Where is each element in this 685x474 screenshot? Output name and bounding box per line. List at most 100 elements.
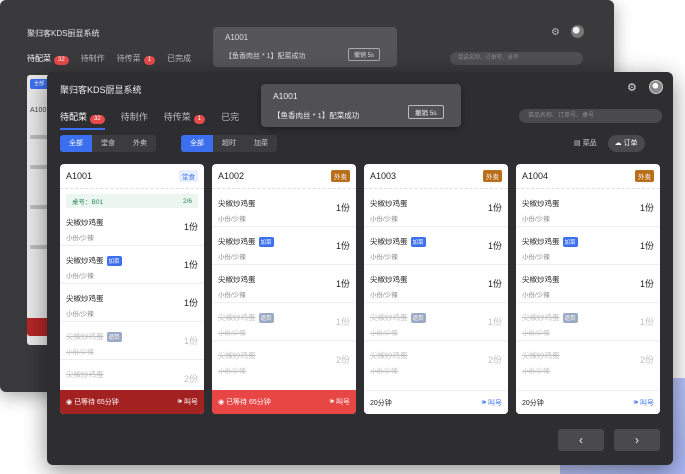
clock-icon: ◉ [66,399,73,406]
avatar[interactable] [571,25,584,38]
list-item[interactable]: 尖椒炒鸡蛋 退菜 小份/少辣 1份 [212,303,356,341]
tab-pending-prep[interactable]: 待配菜 32 [60,110,105,130]
wait-time: ◉ 已等待 65分钟 [218,399,271,406]
card-footer: ◉ 已等待 65分钟 🕪 叫号 [212,390,356,414]
next-page-button[interactable]: › [614,429,660,451]
clock-icon: ◉ [218,399,225,406]
list-item[interactable]: 尖椒炒鸡蛋 小份/少辣 1份 [60,284,204,322]
tab-done[interactable]: 已完 [221,110,239,130]
tab-done[interactable]: 已完成 [167,53,191,65]
undo-button[interactable]: 撤销 5s [408,105,444,119]
order-id: A1003 [370,171,397,181]
order-card[interactable]: A1004 外卖 尖椒炒鸡蛋 小份/少辣 1份 尖椒炒鸡蛋 加菜 小份/少辣 1份… [516,164,660,414]
wait-time: 20分钟 [522,399,544,407]
item-name: 尖椒炒鸡蛋 [218,275,256,284]
list-item[interactable]: 尖椒炒鸡蛋 小份/少辣 1份 [516,189,660,227]
filter-chip[interactable]: 全部 [30,79,48,89]
item-line [30,205,48,209]
filter-added[interactable]: 加菜 [245,135,277,152]
view-order-button[interactable]: ☁ 订单 [607,135,645,152]
item-qty: 1份 [639,279,654,289]
item-name: 尖椒炒鸡蛋 [218,199,256,208]
list-item[interactable]: 尖椒炒鸡蛋 小份/少辣 1份 [516,265,660,303]
speaker-icon: 🕪 [329,398,334,405]
item-spec: 小份/少辣 [66,235,94,242]
list-item[interactable]: 尖椒炒鸡蛋 小份/少辣 1份 [212,265,356,303]
return-tag: 退菜 [106,331,122,342]
item-name: 尖椒炒鸡蛋 [522,313,560,322]
card-header: A1003 外卖 [364,164,508,189]
order-card[interactable]: A1001 堂食 桌号：B01 2/6 尖椒炒鸡蛋 小份/少辣 1份 尖椒炒鸡蛋… [60,164,204,414]
list-item[interactable]: 尖椒炒鸡蛋 加菜 小份/少辣 1份 [364,227,508,265]
speaker-icon: 🕪 [481,398,486,406]
item-qty: 1份 [183,260,198,270]
filter-all[interactable]: 全部 [60,135,92,152]
item-qty: 1份 [335,241,350,251]
item-qty: 1份 [487,279,502,289]
call-number-button[interactable]: 🕪 叫号 [634,398,654,408]
count-badge: 1 [193,115,206,124]
item-spec: 小份/少辣 [370,330,398,337]
item-qty: 2份 [487,355,502,365]
list-item[interactable]: 尖椒炒鸡蛋 小份/少辣 2份 [212,341,356,379]
main-window: 聚归客KDS厨显系统 ⚙ 待配菜 32 待制作 待传菜 1 已完 菜品名称、订单号、… [47,72,673,465]
item-spec: 小份/少辣 [218,330,246,337]
prev-page-button[interactable]: ‹ [558,429,604,451]
item-qty: 1份 [183,222,198,232]
order-card[interactable]: A1002 外卖 尖椒炒鸡蛋 小份/少辣 1份 尖椒炒鸡蛋 加菜 小份/少辣 1份… [212,164,356,414]
item-qty: 1份 [487,203,502,213]
tab-to-cook[interactable]: 待制作 [121,110,148,130]
search-input[interactable]: 菜品名称、订单号、桌号 [519,109,662,123]
undo-button[interactable]: 撤销 5s [348,48,381,61]
item-qty: 1份 [335,317,350,327]
list-item[interactable]: 尖椒炒鸡蛋 退菜 小份/少辣 1份 [516,303,660,341]
item-name: 尖椒炒鸡蛋 [522,351,560,360]
list-item[interactable]: 尖椒炒鸡蛋 退菜 小份/少辣 1份 [364,303,508,341]
order-card[interactable]: A1003 外卖 尖椒炒鸡蛋 小份/少辣 1份 尖椒炒鸡蛋 加菜 小份/少辣 1份… [364,164,508,414]
search-input[interactable]: 菜品名称、订单号、桌号 [450,52,583,65]
tab-to-serve[interactable]: 待传菜 1 [164,110,206,130]
list-item[interactable]: 尖椒炒鸡蛋 小份/少辣 2份 [516,341,660,379]
item-name: 尖椒炒鸡蛋 [66,370,104,379]
filter-all[interactable]: 全部 [181,135,213,152]
list-item[interactable]: 尖椒炒鸡蛋 加菜 小份/少辣 1份 [516,227,660,265]
filter-overtime[interactable]: 超时 [213,135,245,152]
list-item[interactable]: 尖椒炒鸡蛋 加菜 小份/少辣 1份 [60,246,204,284]
item-spec: 小份/少辣 [522,254,550,261]
card-footer: ◉ 已等待 65分钟 🕪 叫号 [60,390,204,414]
order-type-tag: 外卖 [331,170,350,182]
item-qty: 2份 [639,355,654,365]
item-spec: 小份/少辣 [370,292,398,299]
call-number-button[interactable]: 🕪 叫号 [482,398,502,408]
gear-icon[interactable]: ⚙ [627,81,637,94]
order-id: A1002 [218,171,245,181]
call-number-button[interactable]: 🕪 叫号 [178,397,198,407]
list-item[interactable]: 尖椒炒鸡蛋 小份/少辣 1份 [212,189,356,227]
tab-to-cook[interactable]: 待制作 [81,53,105,65]
wait-time: ◉ 已等待 65分钟 [66,399,119,406]
wait-time: 20分钟 [370,399,392,407]
item-spec: 小份/少辣 [66,349,94,356]
count-badge: 1 [143,56,156,65]
filter-dine-in[interactable]: 堂食 [92,135,124,152]
list-item[interactable]: 尖椒炒鸡蛋 小份/少辣 1份 [60,208,204,246]
tab-pending-prep[interactable]: 待配菜 32 [27,53,69,65]
item-name: 尖椒炒鸡蛋 [370,351,408,360]
list-item[interactable]: 尖椒炒鸡蛋 小份/少辣 1份 [364,265,508,303]
gear-icon[interactable]: ⚙ [551,27,560,38]
item-name: 尖椒炒鸡蛋 [66,256,104,265]
item-qty: 1份 [335,279,350,289]
list-item[interactable]: 尖椒炒鸡蛋 小份/少辣 2份 [364,341,508,379]
call-number-button[interactable]: 🕪 叫号 [330,397,350,407]
item-qty: 1份 [639,317,654,327]
tab-to-serve[interactable]: 待传菜 1 [117,53,156,65]
avatar[interactable] [649,80,663,94]
item-spec: 小份/少辣 [370,254,398,261]
item-name: 尖椒炒鸡蛋 [66,332,104,341]
item-spec: 小份/少辣 [370,216,398,223]
filter-takeout[interactable]: 外卖 [124,135,156,152]
list-item[interactable]: 尖椒炒鸡蛋 小份/少辣 1份 [364,189,508,227]
view-dish-button[interactable]: ▤ 菜品 [567,135,604,152]
list-item[interactable]: 尖椒炒鸡蛋 加菜 小份/少辣 1份 [212,227,356,265]
list-item[interactable]: 尖椒炒鸡蛋 退菜 小份/少辣 1份 [60,322,204,360]
